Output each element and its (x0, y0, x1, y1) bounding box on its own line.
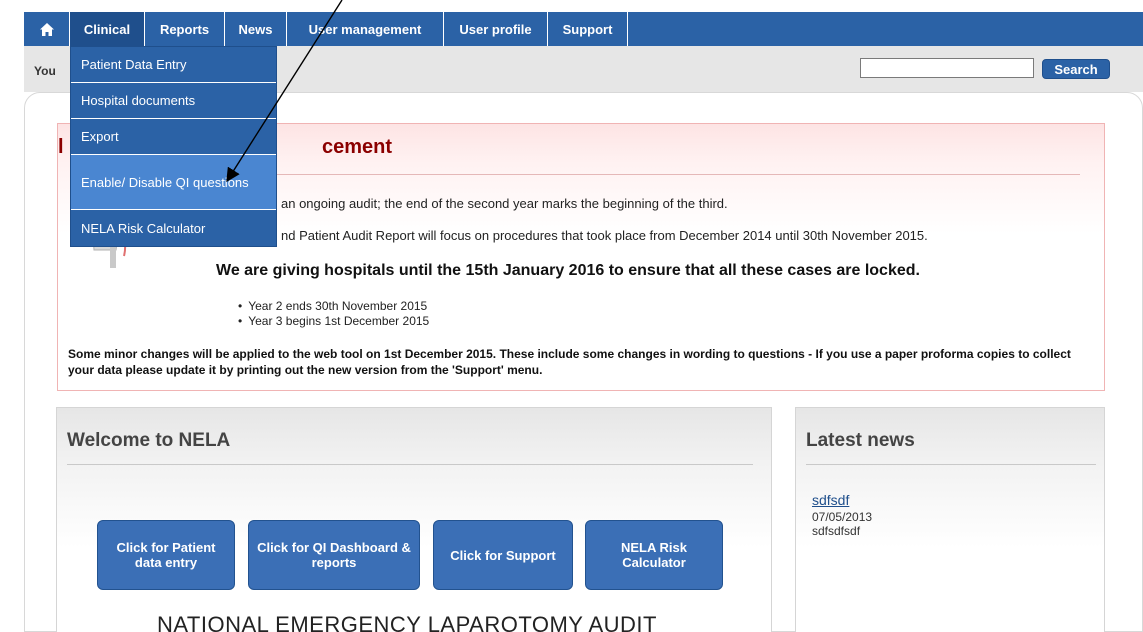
announcement-bullets: Year 2 ends 30th November 2015 Year 3 be… (238, 299, 429, 329)
home-button[interactable] (24, 12, 70, 46)
bullet-item: Year 2 ends 30th November 2015 (238, 299, 429, 314)
news-item-body: sdfsdfsdf (812, 524, 861, 538)
audit-title: NATIONAL EMERGENCY LAPAROTOMY AUDIT (157, 612, 657, 632)
welcome-panel: Welcome to NELA Click for Patient data e… (56, 407, 772, 632)
latest-news-panel: Latest news sdfsdf 07/05/2013 sdfsdfsdf (795, 407, 1105, 632)
search-button[interactable]: Search (1042, 59, 1110, 79)
support-button[interactable]: Click for Support (433, 520, 573, 590)
announcement-paragraph-2: nd Patient Audit Report will focus on pr… (281, 228, 928, 243)
nav-tab-user-profile[interactable]: User profile (444, 12, 548, 46)
menu-item-export[interactable]: Export (71, 119, 276, 155)
nav-tab-user-management[interactable]: User management (287, 12, 444, 46)
welcome-title: Welcome to NELA (67, 430, 231, 451)
nav-tab-news[interactable]: News (225, 12, 287, 46)
news-divider (806, 464, 1096, 465)
home-icon (39, 22, 54, 36)
qi-dashboard-button[interactable]: Click for QI Dashboard & reports (248, 520, 420, 590)
clinical-dropdown-menu: Patient Data Entry Hospital documents Ex… (70, 46, 277, 247)
news-title: Latest news (806, 430, 915, 451)
breadcrumb: You (34, 64, 56, 78)
search-input[interactable] (860, 58, 1034, 78)
announcement-changes: Some minor changes will be applied to th… (68, 347, 1071, 377)
top-navbar: Clinical Reports News User management Us… (24, 12, 1143, 46)
welcome-divider (67, 464, 753, 465)
news-item-date: 07/05/2013 (812, 510, 873, 524)
announcement-title: cement (322, 136, 393, 158)
patient-data-entry-button[interactable]: Click for Patient data entry (97, 520, 235, 590)
nav-tab-reports[interactable]: Reports (145, 12, 225, 46)
menu-item-hospital-documents[interactable]: Hospital documents (71, 83, 276, 119)
announcement-statement: We are giving hospitals until the 15th J… (216, 262, 920, 279)
bullet-item: Year 3 begins 1st December 2015 (238, 314, 429, 329)
menu-item-enable-disable-qi[interactable]: Enable/ Disable QI questions (71, 155, 276, 210)
menu-item-risk-calculator[interactable]: NELA Risk Calculator (71, 210, 276, 246)
announcement-paragraph-1: an ongoing audit; the end of the second … (281, 196, 728, 211)
nav-tab-clinical[interactable]: Clinical (70, 12, 145, 46)
risk-calculator-button[interactable]: NELA Risk Calculator (585, 520, 723, 590)
news-item-link[interactable]: sdfsdf (812, 492, 849, 508)
nav-tab-support[interactable]: Support (548, 12, 628, 46)
menu-item-patient-data-entry[interactable]: Patient Data Entry (71, 47, 276, 83)
